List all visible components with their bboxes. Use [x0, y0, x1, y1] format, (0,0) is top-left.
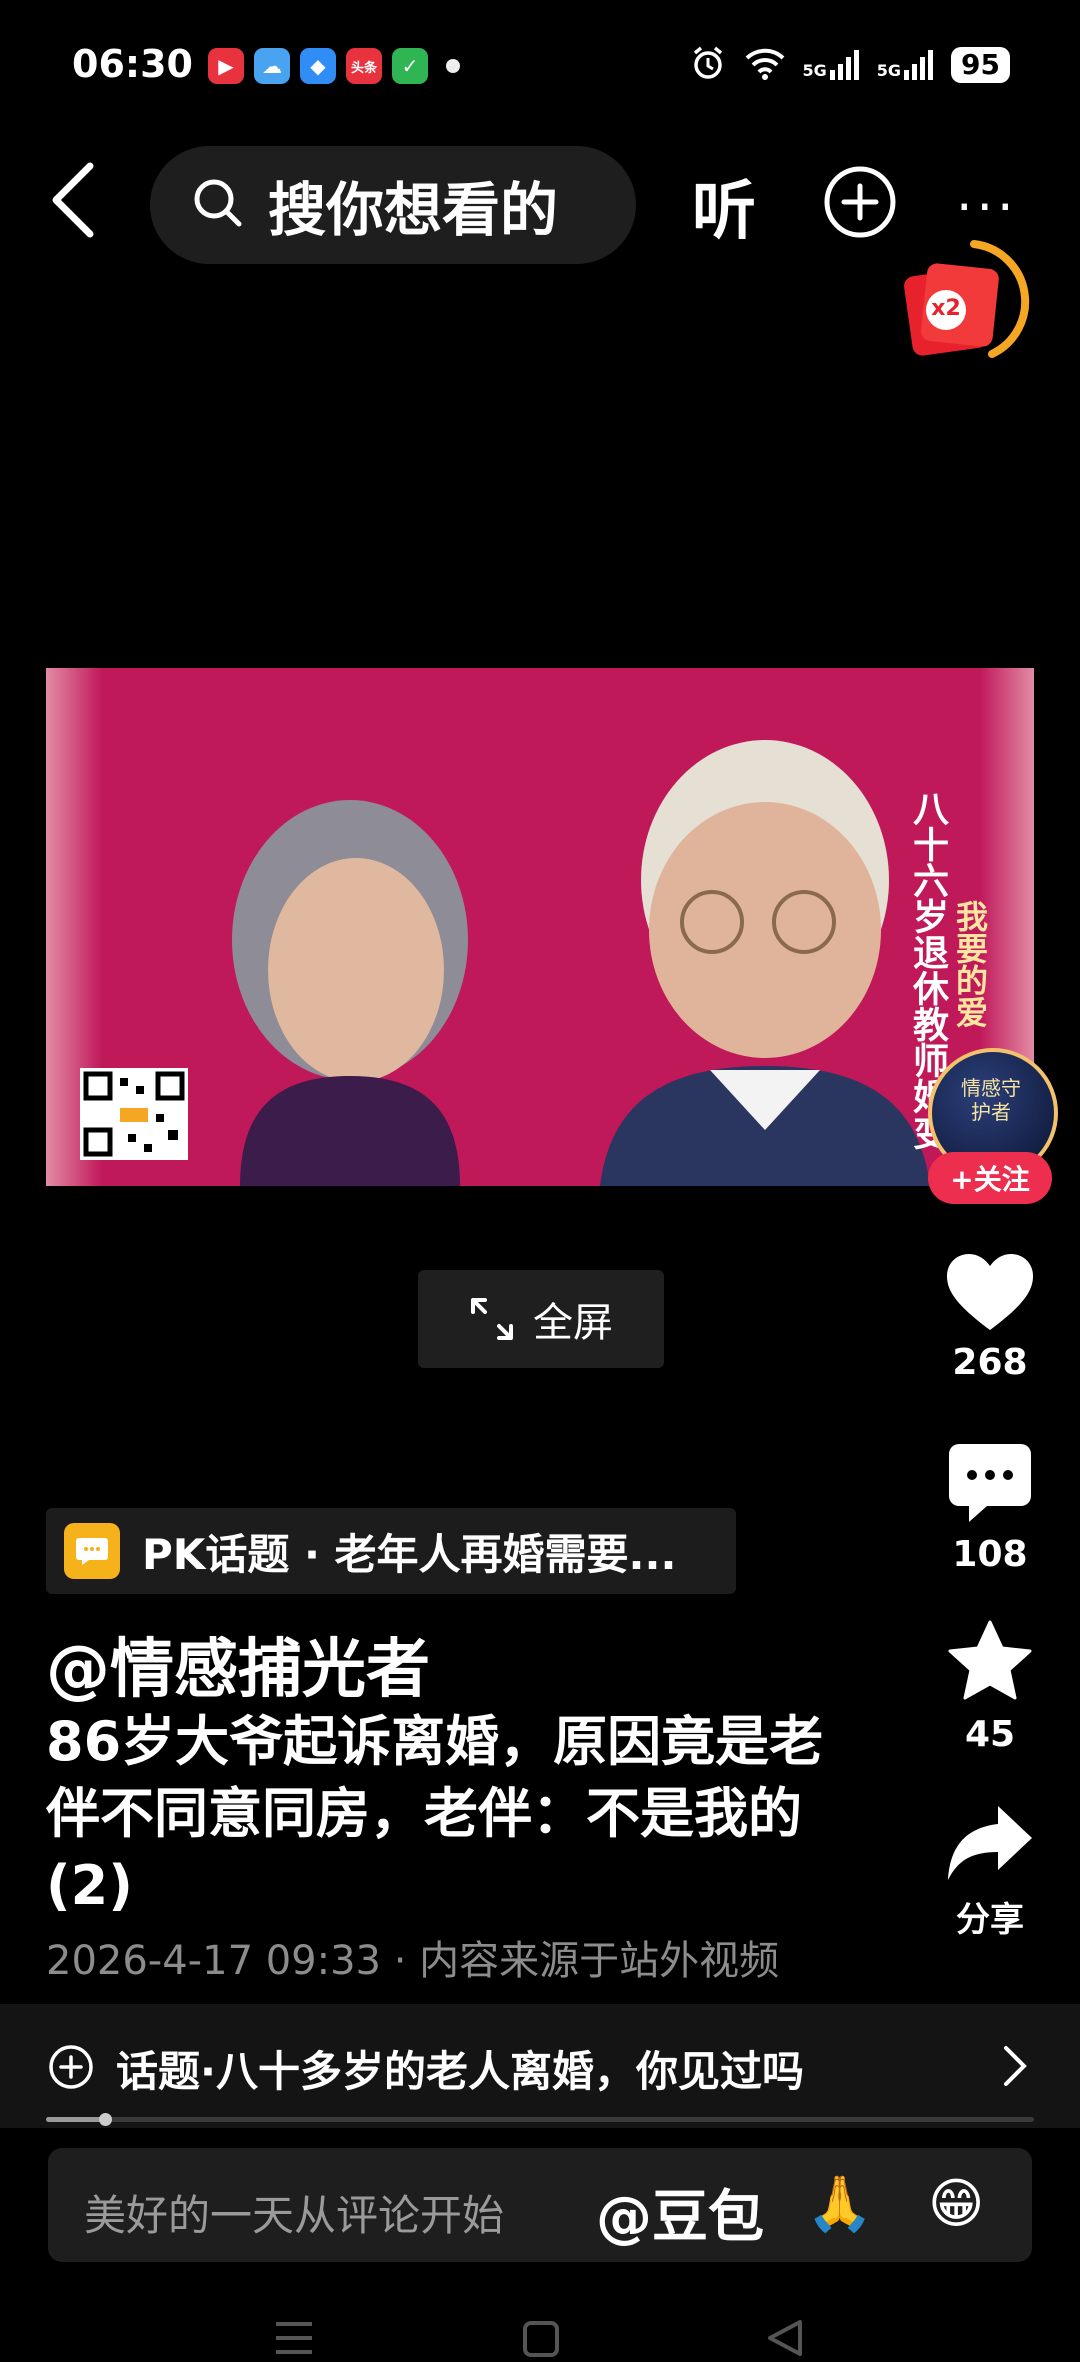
wifi-icon — [745, 46, 785, 84]
elderly-woman-figure — [232, 800, 468, 1186]
red-packet-icon — [904, 240, 1030, 358]
video-progress-fill — [46, 2117, 105, 2122]
qr-code — [80, 1068, 188, 1160]
search-placeholder: 搜你想看的 — [268, 176, 559, 244]
comment-placeholder: 美好的一天从评论开始 — [84, 2191, 505, 2240]
like-button[interactable]: 268 — [930, 1252, 1050, 1383]
share-button[interactable]: 分享 — [930, 1804, 1050, 1941]
expand-icon — [471, 1298, 513, 1340]
comment-icon — [949, 1444, 1031, 1522]
comment-button[interactable]: 108 — [930, 1442, 1050, 1575]
security-app-icon: ✓ — [392, 48, 428, 84]
fullscreen-button[interactable]: 全屏 — [418, 1270, 664, 1368]
add-button[interactable] — [822, 164, 898, 240]
nav-recents-button[interactable] — [274, 2320, 314, 2360]
follow-button[interactable]: +关注 — [928, 1152, 1052, 1204]
like-count: 268 — [952, 1342, 1028, 1383]
status-indicators: 5G 5G 95 — [689, 44, 1010, 86]
video-progress-handle[interactable] — [99, 2113, 112, 2126]
notification-icons: ▶ ☁ ◆ 头条 ✓ — [208, 48, 460, 84]
video-title: 86岁大爷起诉离婚，原因竟是老伴不同意同房，老伴：不是我的 (2) — [46, 1710, 824, 1917]
nav-home-button[interactable] — [522, 2320, 560, 2362]
status-time: 06:30 — [72, 42, 193, 86]
mention-doubao-button[interactable]: @豆包 — [596, 2172, 764, 2253]
chat-bubble-icon — [64, 1523, 120, 1579]
alarm-icon — [689, 44, 727, 86]
toutiao-app-icon: 头条 — [346, 48, 382, 84]
signal-icon-1: 5G — [803, 50, 859, 80]
battery-indicator: 95 — [951, 47, 1010, 83]
favorite-count: 45 — [964, 1714, 1016, 1755]
favorite-button[interactable]: 45 — [930, 1620, 1050, 1755]
video-meta: 2026-4-17 09:33 · 内容来源于站外视频 — [46, 1938, 780, 1984]
chevron-right-icon — [1000, 2044, 1030, 2092]
menu-icon — [276, 2322, 312, 2354]
pk-topic-text: PK话题 · 老年人再婚需要... — [142, 1529, 677, 1579]
video-progress-track[interactable] — [46, 2117, 1034, 2122]
more-button[interactable]: ··· — [956, 178, 1018, 238]
signal-icon-2: 5G — [877, 50, 934, 80]
search-icon — [190, 175, 246, 235]
triangle-back-icon — [768, 2320, 802, 2356]
more-notifications-dot — [446, 59, 460, 73]
emoji-grin-button[interactable]: 😁 — [928, 2172, 984, 2235]
back-button[interactable] — [46, 160, 106, 240]
pk-topic-chip[interactable]: PK话题 · 老年人再婚需要... — [46, 1508, 736, 1594]
star-icon — [948, 1620, 1032, 1700]
search-input[interactable]: 搜你想看的 — [150, 146, 636, 264]
avatar-text: 情感守护者 — [961, 1076, 1021, 1124]
emoji-pray-button[interactable]: 🙏 — [806, 2172, 873, 2236]
share-label: 分享 — [956, 1900, 1024, 1940]
share-icon — [948, 1806, 1032, 1880]
nav-back-button[interactable] — [766, 2318, 804, 2362]
topic-text: 话题·八十多岁的老人离婚，你见过吗 — [116, 2047, 804, 2096]
fullscreen-label: 全屏 — [533, 1300, 613, 1346]
video-app-icon: ▶ — [208, 48, 244, 84]
square-icon — [523, 2321, 559, 2357]
comment-count: 108 — [952, 1534, 1028, 1575]
weather-app-icon: ☁ — [254, 48, 290, 84]
elderly-man-figure — [600, 740, 930, 1186]
video-caption-vertical-2: 我要的爱 — [951, 900, 989, 1028]
browser-app-icon: ◆ — [300, 48, 336, 84]
plus-circle-icon — [48, 2044, 94, 2094]
plus-circle-icon — [824, 166, 896, 238]
red-packet-multiplier: x2 — [931, 296, 961, 321]
heart-icon — [947, 1254, 1033, 1330]
red-packet-reward[interactable]: x2 — [900, 232, 1036, 372]
author-name[interactable]: @情感捕光者 — [46, 1618, 430, 1710]
listen-button[interactable]: 听 — [692, 160, 756, 252]
chevron-left-icon — [52, 162, 94, 238]
